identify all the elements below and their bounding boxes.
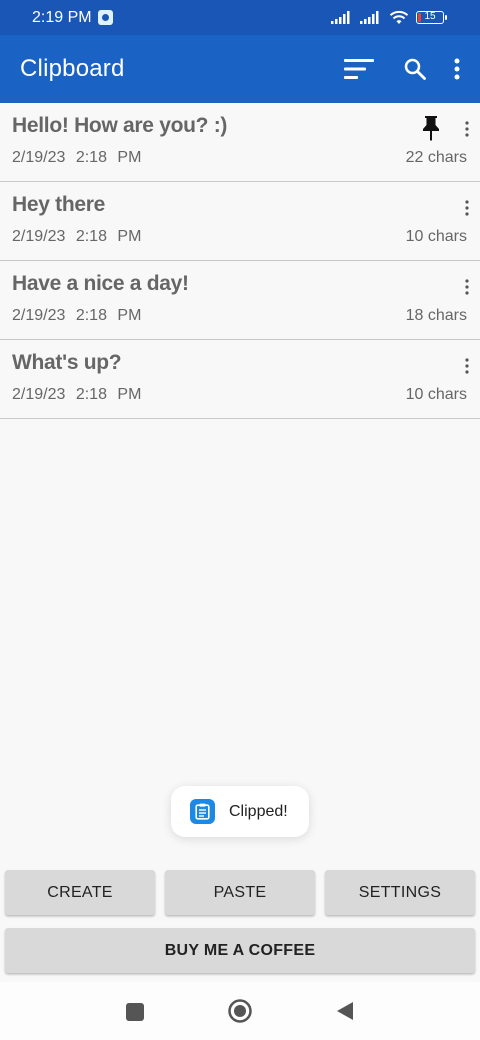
app-actions bbox=[344, 58, 460, 80]
clip-text: Have a nice a day! bbox=[12, 272, 189, 295]
system-nav-bar bbox=[0, 982, 480, 1040]
clip-date: 2/19/23 2:18 PM bbox=[12, 149, 142, 166]
status-bar: 2:19 PM 15 bbox=[0, 0, 480, 35]
clip-char-count: 22 chars bbox=[405, 149, 467, 166]
status-right: 15 bbox=[331, 10, 447, 25]
battery-percent: 15 bbox=[424, 11, 436, 22]
clip-text: What's up? bbox=[12, 351, 122, 374]
toast-message: Clipped! bbox=[229, 802, 288, 820]
sort-icon[interactable] bbox=[344, 58, 374, 80]
app-title: Clipboard bbox=[20, 55, 125, 82]
clipboard-icon bbox=[190, 799, 215, 824]
more-vert-icon[interactable] bbox=[454, 58, 460, 80]
list-item[interactable]: Hey there 2/19/23 2:18 PM 10 chars bbox=[0, 182, 480, 261]
status-time: 2:19 PM bbox=[32, 8, 92, 26]
clip-text: Hey there bbox=[12, 193, 106, 216]
clip-char-count: 18 chars bbox=[405, 307, 467, 324]
app-bar: Clipboard bbox=[0, 35, 480, 103]
clip-date: 2/19/23 2:18 PM bbox=[12, 228, 142, 245]
buy-me-a-coffee-button[interactable]: BUY ME A COFFEE bbox=[5, 928, 475, 973]
create-button[interactable]: CREATE bbox=[5, 870, 155, 915]
notification-icon bbox=[97, 10, 113, 25]
list-item[interactable]: Have a nice a day! 2/19/23 2:18 PM 18 ch… bbox=[0, 261, 480, 340]
clip-date: 2/19/23 2:18 PM bbox=[12, 307, 142, 324]
list-item[interactable]: Hello! How are you? :) 2/19/23 2:18 PM 2… bbox=[0, 103, 480, 182]
more-vert-icon[interactable] bbox=[464, 200, 470, 221]
home-icon[interactable] bbox=[228, 999, 252, 1028]
clip-date: 2/19/23 2:18 PM bbox=[12, 386, 142, 403]
back-icon[interactable] bbox=[336, 1001, 354, 1026]
settings-button[interactable]: SETTINGS bbox=[325, 870, 475, 915]
toast: Clipped! bbox=[171, 786, 309, 837]
more-vert-icon[interactable] bbox=[464, 279, 470, 300]
wifi-icon bbox=[389, 10, 409, 24]
signal-icon-2 bbox=[360, 11, 379, 24]
recents-icon[interactable] bbox=[126, 1003, 144, 1026]
clip-char-count: 10 chars bbox=[405, 228, 467, 245]
battery-icon: 15 bbox=[416, 11, 447, 24]
signal-icon bbox=[331, 11, 350, 24]
search-icon[interactable] bbox=[404, 58, 426, 80]
more-vert-icon[interactable] bbox=[464, 121, 470, 142]
clip-char-count: 10 chars bbox=[405, 386, 467, 403]
status-left: 2:19 PM bbox=[32, 9, 113, 27]
more-vert-icon[interactable] bbox=[464, 358, 470, 379]
clip-list: Hello! How are you? :) 2/19/23 2:18 PM 2… bbox=[0, 103, 480, 419]
paste-button[interactable]: PASTE bbox=[165, 870, 315, 915]
pin-icon[interactable] bbox=[422, 115, 440, 146]
list-item[interactable]: What's up? 2/19/23 2:18 PM 10 chars bbox=[0, 340, 480, 419]
clip-text: Hello! How are you? :) bbox=[12, 114, 228, 137]
